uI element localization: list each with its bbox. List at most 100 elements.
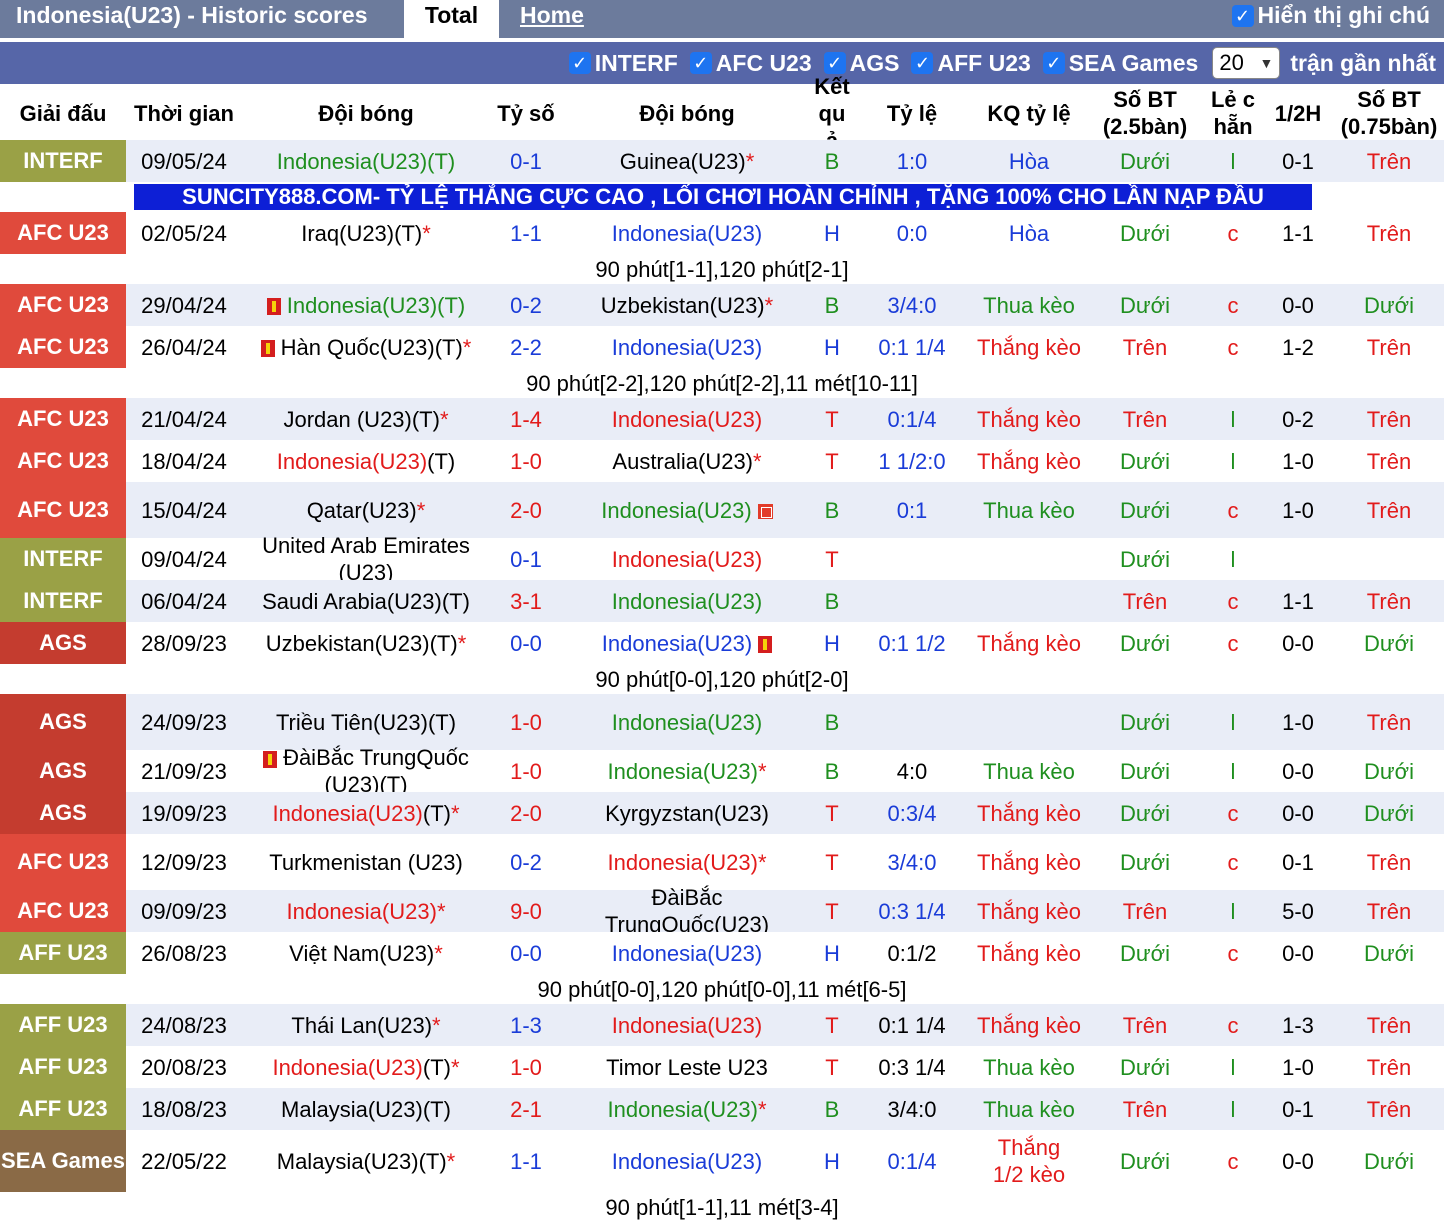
competition-badge[interactable]: AFC U23 xyxy=(0,398,126,440)
away-team-cell[interactable]: Kyrgyzstan(U23) xyxy=(562,792,812,834)
match-score-cell[interactable]: 0-0 xyxy=(490,622,562,664)
home-team-cell[interactable]: Turkmenistan (U23) xyxy=(242,834,490,890)
odd-even: c xyxy=(1227,220,1239,246)
away-team-cell[interactable]: Indonesia(U23) xyxy=(562,1130,812,1192)
competition-badge[interactable]: INTERF xyxy=(0,538,126,580)
competition-badge[interactable]: AFC U23 xyxy=(0,482,126,538)
match-score-cell[interactable]: 1-4 xyxy=(490,398,562,440)
competition-badge[interactable]: SEA Games xyxy=(0,1130,126,1192)
competition-badge[interactable]: AGS xyxy=(0,750,126,792)
match-score-cell[interactable]: 1-0 xyxy=(490,440,562,482)
home-team-cell[interactable]: Indonesia(U23)(T) xyxy=(242,284,490,326)
away-team-cell[interactable]: Indonesia(U23) xyxy=(562,212,812,254)
away-team-cell[interactable]: Indonesia(U23) xyxy=(562,482,812,538)
home-team-cell[interactable]: Uzbekistan(U23)(T)* xyxy=(242,622,490,664)
competition-badge[interactable]: AFF U23 xyxy=(0,1088,126,1130)
competition-badge[interactable]: AFC U23 xyxy=(0,440,126,482)
match-score-cell[interactable]: 0-0 xyxy=(490,932,562,974)
match-score-cell[interactable]: 1-0 xyxy=(490,1046,562,1088)
show-notes-toggle[interactable]: ✓ Hiển thị ghi chú xyxy=(1231,2,1430,29)
home-team-cell[interactable]: Indonesia(U23)(T)* xyxy=(242,1046,490,1088)
away-team-cell[interactable]: Timor Leste U23 xyxy=(562,1046,812,1088)
match-score-cell[interactable]: 2-2 xyxy=(490,326,562,368)
away-team-cell[interactable]: Indonesia(U23) xyxy=(562,538,812,580)
away-team-cell[interactable]: Indonesia(U23)* xyxy=(562,750,812,792)
competition-badge[interactable]: AFC U23 xyxy=(0,834,126,890)
away-team-cell[interactable]: Indonesia(U23) xyxy=(562,326,812,368)
home-team-cell[interactable]: Jordan (U23)(T)* xyxy=(242,398,490,440)
home-team-cell[interactable]: Saudi Arabia(U23)(T) xyxy=(242,580,490,622)
away-team-cell[interactable]: Indonesia(U23) xyxy=(562,1004,812,1046)
filter-interf[interactable]: ✓ INTERF xyxy=(568,50,678,77)
away-team-cell[interactable]: Indonesia(U23)* xyxy=(562,1088,812,1130)
competition-badge[interactable]: INTERF xyxy=(0,580,126,622)
away-team-cell[interactable]: Indonesia(U23) xyxy=(562,622,812,664)
away-team-cell[interactable]: Indonesia(U23) xyxy=(562,398,812,440)
competition-badge[interactable]: AGS xyxy=(0,792,126,834)
away-team-cell[interactable]: Indonesia(U23)* xyxy=(562,834,812,890)
match-score-cell[interactable]: 1-0 xyxy=(490,694,562,750)
competition-badge[interactable]: AFC U23 xyxy=(0,890,126,932)
match-score-cell[interactable]: 1-3 xyxy=(490,1004,562,1046)
competition-badge[interactable]: AFF U23 xyxy=(0,932,126,974)
promo-banner-link[interactable]: SUNCITY888.COM- TỶ LỆ THẮNG CỰC CAO , LỐ… xyxy=(134,184,1312,210)
competition-badge[interactable]: AGS xyxy=(0,622,126,664)
home-team-cell[interactable]: ĐàiBắc TrungQuốc (U23)(T) xyxy=(242,745,490,797)
competition-badge[interactable]: AFF U23 xyxy=(0,1004,126,1046)
competition-badge[interactable]: AFF U23 xyxy=(0,1046,126,1088)
competition-badge[interactable]: AFC U23 xyxy=(0,326,126,368)
home-team-cell[interactable]: Iraq(U23)(T)* xyxy=(242,212,490,254)
col-handicap: Tỷ lệ xyxy=(852,86,972,140)
home-team-cell[interactable]: Triều Tiên(U23)(T) xyxy=(242,694,490,750)
away-team-cell[interactable]: Australia(U23)* xyxy=(562,440,812,482)
tab-total[interactable]: Total xyxy=(404,0,499,38)
competition-badge[interactable]: AFC U23 xyxy=(0,284,126,326)
away-team-cell[interactable]: Indonesia(U23) xyxy=(562,694,812,750)
home-team-cell[interactable]: Việt Nam(U23)* xyxy=(242,932,490,974)
match-score-cell[interactable]: 1-1 xyxy=(490,1130,562,1192)
match-score-cell[interactable]: 3-1 xyxy=(490,580,562,622)
match-score-cell[interactable]: 2-0 xyxy=(490,792,562,834)
filter-sea-games[interactable]: ✓ SEA Games xyxy=(1042,50,1198,77)
match-count-select[interactable]: 20 ▼ xyxy=(1212,47,1281,79)
half-time-score-cell: 1-3 xyxy=(1262,1004,1334,1046)
match-score-cell[interactable]: 2-1 xyxy=(490,1088,562,1130)
competition-badge[interactable]: AGS xyxy=(0,694,126,750)
home-team-cell[interactable]: Qatar(U23)* xyxy=(242,482,490,538)
home-team-cell[interactable]: Malaysia(U23)(T)* xyxy=(242,1130,490,1192)
away-team-cell[interactable]: ĐàiBắc TrungQuốc(U23) xyxy=(562,885,812,937)
match-result-cell: T xyxy=(812,538,852,580)
filter-afc-u23[interactable]: ✓ AFC U23 xyxy=(689,50,812,77)
competition-badge[interactable]: INTERF xyxy=(0,140,126,182)
match-score-cell[interactable]: 2-0 xyxy=(490,482,562,538)
filter-aff-u23[interactable]: ✓ AFF U23 xyxy=(911,50,1031,77)
away-team-cell[interactable]: Indonesia(U23) xyxy=(562,932,812,974)
home-team-cell[interactable]: United Arab Emirates (U23) xyxy=(242,533,490,585)
tab-home[interactable]: Home xyxy=(520,2,584,29)
home-team-cell[interactable]: Indonesia(U23)(T)* xyxy=(242,792,490,834)
away-team-cell[interactable]: Uzbekistan(U23)* xyxy=(562,284,812,326)
match-score-cell[interactable]: 1-1 xyxy=(490,212,562,254)
away-team: Indonesia(U23) xyxy=(611,1148,763,1174)
favorite-star-icon: * xyxy=(450,800,460,826)
home-team-cell[interactable]: Malaysia(U23)(T) xyxy=(242,1088,490,1130)
favorite-star-icon: * xyxy=(416,497,426,523)
home-team-cell[interactable]: Hàn Quốc(U23)(T)* xyxy=(242,326,490,368)
away-team-cell[interactable]: Guinea(U23)* xyxy=(562,140,812,182)
home-team-cell[interactable]: Indonesia(U23)(T) xyxy=(242,440,490,482)
match-score-cell[interactable]: 1-0 xyxy=(490,750,562,792)
match-score-cell[interactable]: 9-0 xyxy=(490,890,562,932)
home-team-cell[interactable]: Indonesia(U23)* xyxy=(242,890,490,932)
match-score-cell[interactable]: 0-1 xyxy=(490,538,562,580)
match-date-cell: 09/05/24 xyxy=(126,140,242,182)
away-team-cell[interactable]: Indonesia(U23) xyxy=(562,580,812,622)
home-team: Qatar(U23) xyxy=(306,497,417,523)
match-score-cell[interactable]: 0-2 xyxy=(490,834,562,890)
competition-badge[interactable]: AFC U23 xyxy=(0,212,126,254)
extra-time-note-row: 90 phút[1-1],11 mét[3-4] xyxy=(0,1192,1444,1222)
home-team-cell[interactable]: Thái Lan(U23)* xyxy=(242,1004,490,1046)
match-score-cell[interactable]: 0-2 xyxy=(490,284,562,326)
match-score-cell[interactable]: 0-1 xyxy=(490,140,562,182)
home-team-cell[interactable]: Indonesia(U23)(T) xyxy=(242,140,490,182)
match-score: 2-0 xyxy=(510,497,542,523)
